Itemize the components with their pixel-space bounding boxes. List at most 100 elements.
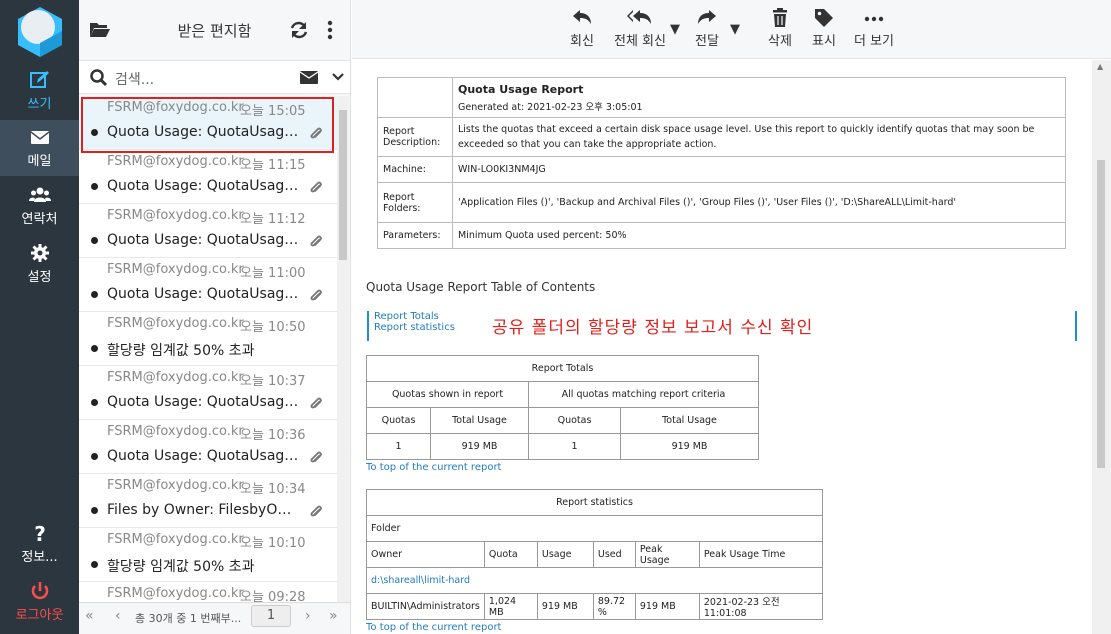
report-value: WIN-LO0KI3NM4JG — [452, 156, 1066, 183]
stats-cell: BUILTIN\Administrators — [366, 593, 485, 620]
message-item[interactable]: FSRM@foxydog.co.kr 오늘 10:10 할당량 임계값 50% 초과 — [79, 528, 337, 582]
gear-icon — [30, 244, 49, 262]
unread-dot-icon — [91, 129, 98, 136]
message-time: 오늘 09:28 — [240, 590, 306, 602]
page-input[interactable]: 1 — [251, 605, 291, 627]
message-time: 오늘 10:36 — [240, 428, 306, 443]
question-icon: ? — [34, 522, 46, 544]
to-top-link[interactable]: To top of the current report — [366, 462, 501, 473]
unread-dot-icon — [91, 345, 98, 352]
stats-folder-link[interactable]: d:\shareall\limit-hard — [366, 567, 823, 594]
report-header-table: Quota Usage Report Generated at: 2021-02… — [377, 77, 1066, 249]
attachment-icon — [310, 235, 322, 247]
message-item[interactable]: FSRM@foxydog.co.kr 오늘 10:36 Quota Usage: Q… — [79, 420, 337, 474]
first-page-icon[interactable]: « — [85, 608, 101, 624]
nav-settings[interactable]: 설정 — [0, 236, 79, 292]
unread-dot-icon — [91, 399, 98, 406]
forward-label: 전달 — [695, 34, 719, 49]
message-from: FSRM@foxydog.co.kr — [107, 532, 244, 547]
attachment-icon — [310, 181, 322, 193]
nav-mail[interactable]: 메일 — [0, 120, 79, 176]
message-time: 오늘 10:10 — [240, 536, 306, 551]
unread-dot-icon — [91, 453, 98, 460]
stats-caption: Report statistics — [366, 489, 823, 516]
nav-logout-label: 로그아웃 — [15, 608, 64, 623]
totals-cell: 1 — [528, 433, 621, 460]
nav-about[interactable]: ? 정보... — [0, 516, 79, 572]
more-vertical-icon[interactable] — [327, 20, 333, 40]
report-stats-table: Report statistics Folder Owner Quota Usa… — [366, 489, 824, 620]
message-from: FSRM@foxydog.co.kr — [107, 316, 244, 331]
message-item[interactable]: FSRM@foxydog.co.kr 오늘 11:12 Quota Usage: Q… — [79, 204, 337, 258]
nav-contacts[interactable]: 연락처 — [0, 178, 79, 234]
more-label: 더 보기 — [853, 34, 894, 49]
stats-header: Owner — [366, 541, 485, 568]
message-item[interactable]: FSRM@foxydog.co.kr 오늘 11:00 Quota Usage: Q… — [79, 258, 337, 312]
stats-header: Peak Usage — [634, 541, 700, 568]
message-item[interactable]: FSRM@foxydog.co.kr 오늘 09:28 — [79, 582, 337, 602]
envelope-filter-icon[interactable] — [300, 71, 318, 84]
message-item[interactable]: FSRM@foxydog.co.kr 오늘 10:50 할당량 임계값 50% 초과 — [79, 312, 337, 366]
svg-text:?: ? — [34, 522, 46, 544]
totals-caption: Report Totals — [366, 355, 759, 382]
search-icon — [90, 69, 108, 87]
reply-all-button[interactable]: 전체 회신 — [610, 8, 670, 49]
mark-button[interactable]: 표시 — [809, 8, 839, 49]
message-item[interactable]: FSRM@foxydog.co.kr 오늘 10:34 Files by Owner… — [79, 474, 337, 528]
message-preview: Quota Usage Report Generated at: 2021-02… — [352, 60, 1092, 634]
message-time: 오늘 10:37 — [240, 374, 306, 389]
message-item[interactable]: FSRM@foxydog.co.kr 오늘 15:05 Quota Usage: Q… — [79, 96, 337, 150]
forward-caret-icon[interactable]: ▼ — [730, 22, 740, 37]
stats-header: Used — [592, 541, 636, 568]
app-nav: 쓰기 메일 연락처 설정 ? 정보... 로그아웃 — [0, 0, 79, 634]
message-subject: Quota Usage: QuotaUsage34 — [107, 232, 299, 248]
list-scrollbar[interactable] — [337, 96, 349, 602]
nav-logout[interactable]: 로그아웃 — [0, 574, 79, 630]
report-totals-table: Report Totals Quotas shown in report All… — [366, 355, 759, 460]
attachment-icon — [310, 451, 322, 463]
reply-button[interactable]: 회신 — [567, 8, 597, 49]
report-title: Quota Usage Report — [458, 82, 584, 96]
report-label: Parameters: — [377, 222, 453, 249]
message-time: 오늘 11:15 — [240, 158, 306, 173]
nav-contacts-label: 연락처 — [21, 212, 58, 227]
mark-label: 표시 — [812, 34, 836, 49]
stats-folder-header: Folder — [366, 515, 823, 542]
message-from: FSRM@foxydog.co.kr — [107, 586, 244, 601]
next-page-icon[interactable]: › — [305, 608, 321, 624]
col-quotas: Quotas — [366, 407, 431, 434]
message-subject: Files by Owner: FilesbyOwner... — [107, 502, 299, 518]
compose-icon — [29, 71, 49, 88]
nav-compose[interactable]: 쓰기 — [0, 63, 79, 119]
message-from: FSRM@foxydog.co.kr — [107, 370, 244, 385]
refresh-icon[interactable] — [289, 20, 309, 40]
search-input[interactable]: 검색... — [115, 69, 154, 89]
chevron-down-icon[interactable] — [332, 72, 344, 82]
stats-cell: 2021-02-23 오전 11:01:08 — [698, 593, 824, 620]
report-value: 'Application Files ()', 'Backup and Arch… — [452, 182, 1066, 223]
message-subject: 할당량 임계값 50% 초과 — [107, 559, 255, 575]
unread-dot-icon — [91, 507, 98, 514]
forward-button[interactable]: 전달 — [692, 8, 722, 49]
to-top-link[interactable]: To top of the current report — [366, 622, 501, 633]
preview-scrollbar[interactable]: ▲ — [1092, 60, 1111, 634]
message-from: FSRM@foxydog.co.kr — [107, 208, 244, 223]
forward-icon — [698, 10, 716, 24]
message-list: FSRM@foxydog.co.kr 오늘 15:05 Quota Usage: Q… — [79, 96, 337, 602]
message-item[interactable]: FSRM@foxydog.co.kr 오늘 11:15 Quota Usage: Q… — [79, 150, 337, 204]
reply-all-caret-icon[interactable]: ▼ — [670, 22, 680, 37]
message-item[interactable]: FSRM@foxydog.co.kr 오늘 10:37 Quota Usage: Q… — [79, 366, 337, 420]
more-button[interactable]: 더 보기 — [852, 8, 896, 49]
attachment-icon — [310, 505, 322, 517]
delete-button[interactable]: 삭제 — [765, 8, 795, 49]
tag-icon — [815, 9, 833, 27]
report-label: Report Folders: — [377, 182, 453, 223]
message-time: 오늘 10:34 — [240, 482, 306, 497]
last-page-icon[interactable]: » — [329, 608, 345, 624]
users-icon — [28, 187, 51, 202]
prev-page-icon[interactable]: ‹ — [115, 608, 131, 624]
message-subject: Quota Usage: QuotaUsage33 — [107, 286, 299, 302]
message-from: FSRM@foxydog.co.kr — [107, 154, 244, 169]
nav-mail-label: 메일 — [27, 154, 52, 169]
power-icon — [31, 582, 48, 600]
